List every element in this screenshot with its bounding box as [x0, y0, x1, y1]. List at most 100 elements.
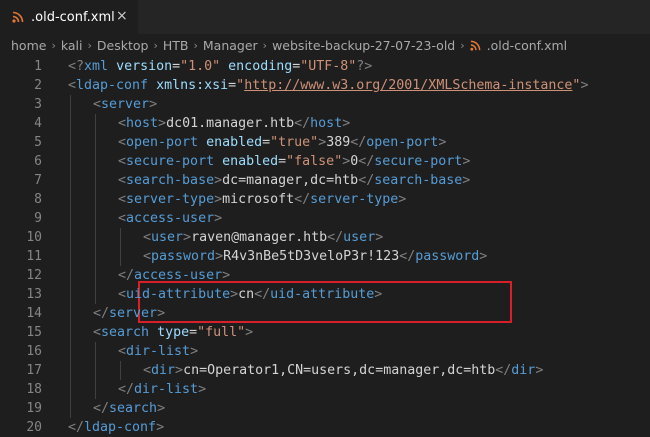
code-token: R4v3nBe5tD3veloP3r!123: [223, 249, 400, 264]
breadcrumb-file[interactable]: .old-conf.xml: [487, 38, 568, 53]
tab-label: .old-conf.xml: [31, 9, 115, 25]
code-line[interactable]: 11 <password>R4v3nBe5tD3veloP3r!123</pass…: [0, 247, 650, 266]
code-token: >: [535, 363, 544, 378]
code-line[interactable]: 7 <search-base>dc=manager,dc=htb</search-…: [0, 171, 650, 190]
code-token: 389: [326, 135, 351, 150]
indent-guide: [70, 380, 71, 399]
code-text: </dir-list>: [118, 380, 206, 399]
line-number: 8: [34, 192, 42, 207]
indent-guide: [95, 342, 96, 361]
code-token: >: [214, 173, 223, 188]
code-line[interactable]: 18 </dir-list>: [0, 380, 650, 399]
code-line[interactable]: 19 </search>: [0, 399, 650, 418]
code-line[interactable]: 17 <dir>cn=Operator1,CN=users,dc=manager,…: [0, 361, 650, 380]
code-line[interactable]: 5 <open-port enabled="true">389</open-por…: [0, 133, 650, 152]
code-text: <secure-port enabled="false">0</secure-p…: [118, 152, 470, 171]
line-number: 9: [34, 211, 42, 226]
code-line[interactable]: 4 <host>dc01.manager.htb</host>: [0, 114, 650, 133]
code-token: secure-port: [374, 154, 463, 169]
code-token: cn: [238, 287, 255, 302]
code-token: >: [157, 306, 166, 321]
code-token: </: [495, 363, 512, 378]
code-token: </: [118, 268, 135, 283]
line-number: 10: [26, 230, 42, 245]
code-token: server-type: [126, 192, 215, 207]
line-number: 15: [26, 325, 42, 340]
code-text: <search type="full">: [93, 323, 253, 342]
code-line[interactable]: 12 </access-user>: [0, 266, 650, 285]
code-text: <open-port enabled="true">389</open-port…: [118, 133, 446, 152]
chevron-right-icon: ›: [153, 38, 158, 52]
code-token: search-base: [126, 173, 215, 188]
line-number: 16: [26, 344, 42, 359]
line-number: 20: [26, 420, 42, 435]
breadcrumb-item[interactable]: Manager: [203, 38, 258, 53]
tab-old-conf-xml[interactable]: .old-conf.xml ×: [0, 0, 138, 34]
code-token: >: [214, 192, 223, 207]
code-text: </server>: [93, 304, 165, 323]
code-token: type: [157, 325, 190, 340]
code-line[interactable]: 1 <?xml version="1.0" encoding="UTF-8"?>: [0, 57, 650, 76]
breadcrumb-item[interactable]: kali: [61, 38, 83, 53]
code-token: "true": [270, 135, 319, 150]
code-token: >: [438, 135, 447, 150]
code-token: <?: [68, 59, 85, 74]
code-token: server-type: [310, 192, 399, 207]
code-line[interactable]: 3 <server>: [0, 95, 650, 114]
code-text: <host>dc01.manager.htb</host>: [118, 114, 350, 133]
code-token: password: [415, 249, 480, 264]
code-token: <: [93, 325, 102, 340]
indent-guide: [120, 361, 121, 380]
code-token: </: [350, 135, 367, 150]
code-token: >: [580, 78, 589, 93]
line-number: 5: [34, 135, 42, 150]
indent-guide: [95, 209, 96, 228]
line-number: 1: [34, 59, 42, 74]
indent-guide: [70, 190, 71, 209]
code-line[interactable]: 6 <secure-port enabled="false">0</secure-…: [0, 152, 650, 171]
code-text: <uid-attribute>cn</uid-attribute>: [118, 285, 382, 304]
code-line[interactable]: 9 <access-user>: [0, 209, 650, 228]
code-line[interactable]: 14 </server>: [0, 304, 650, 323]
indent-guide: [70, 285, 71, 304]
line-number: 3: [34, 97, 42, 112]
code-token: host: [126, 116, 159, 131]
code-line[interactable]: 2 <ldap-conf xmlns:xsi="http://www.w3.org…: [0, 76, 650, 95]
breadcrumb-item[interactable]: home: [11, 38, 46, 53]
indent-guide: [95, 152, 96, 171]
code-line[interactable]: 15 <search type="full">: [0, 323, 650, 342]
breadcrumb-item[interactable]: HTB: [163, 38, 189, 53]
code-token: >: [214, 211, 223, 226]
code-token: "UTF-8": [300, 59, 357, 74]
code-token: user: [343, 230, 376, 245]
code-token: >: [479, 249, 488, 264]
breadcrumb-item[interactable]: website-backup-27-07-23-old: [272, 38, 455, 53]
code-editor[interactable]: 1 <?xml version="1.0" encoding="UTF-8"?> 2…: [0, 56, 650, 435]
line-number: 12: [26, 268, 42, 283]
code-text: <user>raven@manager.htb</user>: [143, 228, 383, 247]
code-token: search: [109, 401, 158, 416]
code-line[interactable]: 13 <uid-attribute>cn</uid-attribute>: [0, 285, 650, 304]
indent-guide: [70, 95, 71, 114]
indent-guide: [95, 133, 96, 152]
code-token: host: [310, 116, 343, 131]
code-line[interactable]: 16 <dir-list>: [0, 342, 650, 361]
code-token: open-port: [126, 135, 199, 150]
code-token: dir: [511, 363, 536, 378]
breadcrumb-item[interactable]: Desktop: [97, 38, 149, 53]
close-icon[interactable]: ×: [116, 8, 128, 24]
code-line[interactable]: 10 <user>raven@manager.htb</user>: [0, 228, 650, 247]
chevron-right-icon: ›: [87, 38, 92, 52]
code-line[interactable]: 8 <server-type>microsoft</server-type>: [0, 190, 650, 209]
code-token: xml: [84, 59, 109, 74]
code-token: server: [109, 306, 158, 321]
code-token: >: [156, 420, 165, 435]
code-line[interactable]: 20 </ldap-conf>: [0, 418, 650, 437]
rss-icon: [470, 40, 481, 51]
code-token: "full": [197, 325, 246, 340]
line-number: 18: [26, 382, 42, 397]
code-token: open-port: [366, 135, 439, 150]
